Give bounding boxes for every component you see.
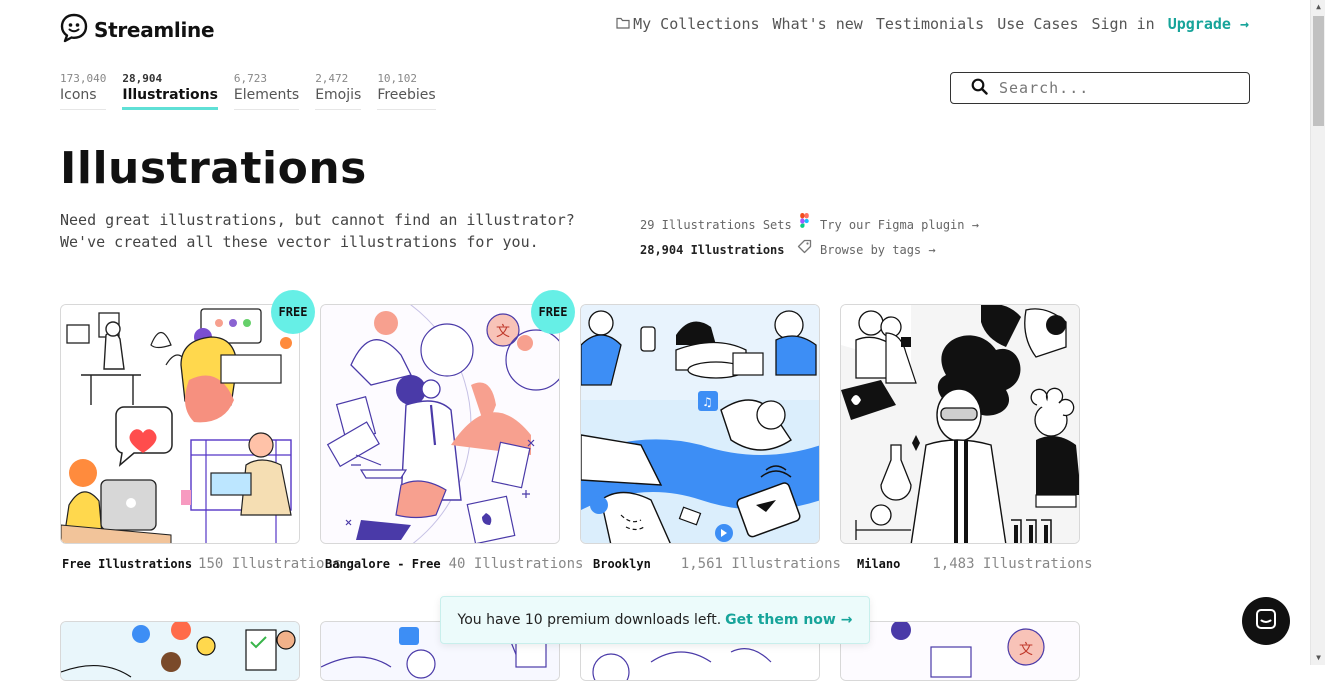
illustration-image (841, 305, 1079, 543)
illustration-image: ♫ (581, 305, 819, 543)
tab-label: Elements (233, 87, 300, 103)
page-scrollbar[interactable]: ▲ ▼ (1310, 0, 1325, 665)
get-downloads-link[interactable]: Get them now → (725, 612, 852, 628)
page-description: Need great illustrations, but cannot fin… (60, 211, 575, 251)
nav-whats-new[interactable]: What's new (773, 15, 863, 33)
card-row2-1[interactable] (60, 621, 300, 681)
svg-text:文: 文 (496, 324, 510, 340)
illustration-image (61, 305, 299, 543)
tab-count: 2,472 (315, 72, 349, 85)
sets-count: 29 Illustrations Sets (640, 218, 792, 232)
scroll-up-arrow[interactable]: ▲ (1311, 0, 1325, 14)
tag-icon (797, 238, 812, 263)
helper-links: Try our Figma plugin → Browse by tags → (797, 213, 979, 263)
tab-count: 173,040 (60, 72, 107, 85)
tab-freebies[interactable]: 10,102 Freebies (377, 72, 436, 110)
card-thumbnail[interactable]: 文 (320, 304, 560, 544)
tab-elements[interactable]: 6,723 Elements (233, 72, 300, 110)
figma-icon (797, 213, 812, 238)
tab-count: 6,723 (233, 72, 268, 85)
nav-my-collections-label: My Collections (633, 15, 760, 33)
card-bangalore-free[interactable]: FREE 文 Bangalore - Free 40 Illustrations (320, 290, 583, 572)
card-thumbnail[interactable] (840, 304, 1080, 544)
tab-label: Illustrations (122, 87, 218, 103)
card-name: Milano (857, 557, 901, 571)
card-brooklyn[interactable]: ♫ Brooklyn 1,561 Illustrations (580, 304, 841, 572)
nav-sign-in[interactable]: Sign in (1092, 15, 1155, 33)
tab-count: 28,904 (122, 72, 163, 85)
tab-label: Freebies (377, 87, 436, 103)
nav-testimonials[interactable]: Testimonials (876, 15, 984, 33)
card-milano[interactable]: Milano 1,483 Illustrations (840, 304, 1093, 572)
illustration-image: 文 (321, 305, 559, 543)
downloads-toast: You have 10 premium downloads left. Get … (440, 596, 870, 644)
scroll-down-arrow[interactable]: ▼ (1311, 651, 1325, 665)
card-caption: Bangalore - Free 40 Illustrations (320, 556, 583, 572)
card-name: Brooklyn (593, 557, 651, 571)
illustration-image (61, 622, 299, 680)
card-caption: Brooklyn 1,561 Illustrations (580, 556, 841, 572)
svg-text:文: 文 (1019, 642, 1033, 658)
tab-count: 10,102 (377, 72, 418, 85)
card-count: 1,483 Illustrations (932, 556, 1093, 572)
brand-name: Streamline (94, 18, 215, 42)
card-row2-4[interactable]: 文 (840, 621, 1080, 681)
tab-label: Emojis (315, 87, 362, 103)
tab-icons[interactable]: 173,040 Icons (60, 72, 107, 110)
browse-tags-label: Browse by tags → (820, 243, 936, 257)
card-count: 1,561 Illustrations (680, 556, 841, 572)
card-count: 40 Illustrations (448, 556, 584, 572)
page-title: Illustrations (60, 143, 367, 194)
chat-bubble-logo-icon (60, 13, 88, 47)
illustrations-total: 28,904 Illustrations (640, 243, 785, 257)
tab-label: Icons (60, 87, 97, 103)
browse-tags-link[interactable]: Browse by tags → (797, 238, 979, 263)
figma-plugin-label: Try our Figma plugin → (820, 218, 979, 232)
tab-emojis[interactable]: 2,472 Emojis (315, 72, 362, 110)
top-navigation: My Collections What's new Testimonials U… (616, 15, 1249, 33)
toast-message: You have 10 premium downloads left. (457, 612, 722, 628)
card-free-illustrations[interactable]: FREE Free Illustrations 150 Illustration… (60, 290, 341, 572)
nav-upgrade-link[interactable]: Upgrade → (1168, 15, 1249, 33)
card-name: Free Illustrations (62, 557, 193, 571)
search-box (950, 72, 1250, 104)
folder-icon (616, 15, 630, 33)
card-caption: Free Illustrations 150 Illustrations (60, 556, 341, 572)
card-thumbnail[interactable] (60, 304, 300, 544)
card-caption: Milano 1,483 Illustrations (840, 556, 1093, 572)
nav-my-collections[interactable]: My Collections (616, 15, 760, 33)
figma-plugin-link[interactable]: Try our Figma plugin → (797, 213, 979, 238)
messenger-icon (1255, 608, 1277, 634)
nav-use-cases[interactable]: Use Cases (997, 15, 1078, 33)
card-thumbnail[interactable]: ♫ (580, 304, 820, 544)
scrollbar-thumb[interactable] (1313, 16, 1324, 126)
free-badge: FREE (531, 290, 575, 334)
collection-stats: 29 Illustrations Sets 28,904 Illustratio… (640, 213, 792, 263)
chat-launcher-button[interactable] (1242, 597, 1290, 645)
search-input[interactable] (997, 78, 1227, 98)
tab-illustrations[interactable]: 28,904 Illustrations (122, 72, 218, 110)
card-name: Bangalore - Free (325, 557, 441, 571)
brand-logo[interactable]: Streamline (60, 13, 215, 47)
category-tabs: 173,040 Icons 28,904 Illustrations 6,723… (60, 72, 436, 110)
illustration-image: 文 (841, 622, 1079, 680)
search-icon (971, 78, 988, 99)
svg-text:♫: ♫ (702, 395, 713, 409)
free-badge: FREE (271, 290, 315, 334)
